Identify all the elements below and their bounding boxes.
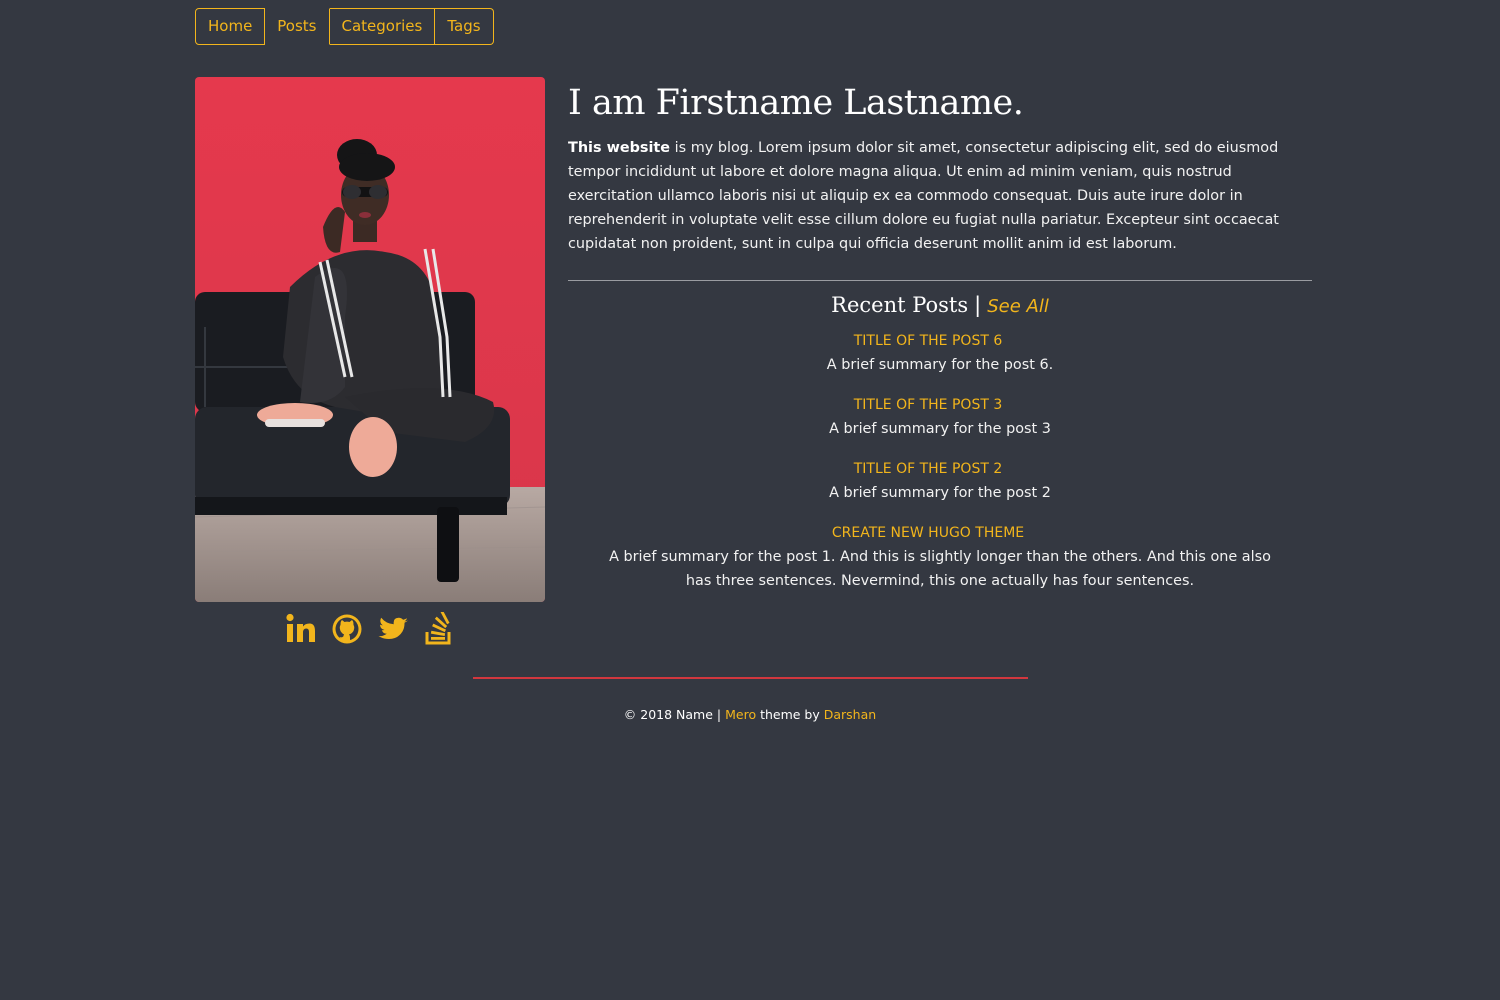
page-title: I am Firstname Lastname. <box>568 83 1024 123</box>
profile-photo <box>195 77 545 602</box>
list-item: Create New Hugo Theme A brief summary fo… <box>568 521 1312 593</box>
recent-posts-list: Title of the post 6 A brief summary for … <box>568 329 1312 593</box>
post-title-link[interactable]: Title of the post 6 <box>544 329 1312 353</box>
intro-paragraph: This website is my blog. Lorem ipsum dol… <box>568 136 1312 256</box>
nav-item-categories[interactable]: Categories <box>329 8 436 45</box>
nav-item-home[interactable]: Home <box>195 8 266 45</box>
list-item: Title of the post 6 A brief summary for … <box>568 329 1312 377</box>
footer-divider <box>473 677 1028 679</box>
see-all-link[interactable]: See All <box>987 296 1049 317</box>
list-item: Title of the post 2 A brief summary for … <box>568 457 1312 505</box>
main-nav: Home Posts Categories Tags <box>195 8 494 45</box>
footer-theme-by: theme by <box>756 707 824 722</box>
recent-posts-header: Recent Posts | See All <box>568 291 1312 321</box>
recent-posts-title: Recent Posts <box>831 293 969 317</box>
recent-posts-separator: | <box>974 293 982 317</box>
footer-copyright: © 2018 Name <box>623 707 713 722</box>
author-link[interactable]: Darshan <box>824 707 876 722</box>
post-summary: A brief summary for the post 3 <box>829 421 1051 437</box>
main-content: I am Firstname Lastname. This website is… <box>568 80 1312 609</box>
post-summary: A brief summary for the post 2 <box>829 485 1051 501</box>
linkedin-icon[interactable] <box>285 612 317 646</box>
intro-text: is my blog. Lorem ipsum dolor sit amet, … <box>568 140 1279 252</box>
nav-item-tags[interactable]: Tags <box>435 8 494 45</box>
section-divider <box>568 280 1312 281</box>
post-summary: A brief summary for the post 6. <box>826 357 1054 373</box>
theme-link[interactable]: Mero <box>725 707 756 722</box>
post-title-link[interactable]: Create New Hugo Theme <box>544 521 1312 545</box>
intro-bold: This website <box>568 140 671 156</box>
post-title-link[interactable]: Title of the post 3 <box>544 393 1312 417</box>
social-links <box>195 610 545 646</box>
post-title-link[interactable]: Title of the post 2 <box>544 457 1312 481</box>
footer-separator: | <box>716 707 722 722</box>
nav-item-posts[interactable]: Posts <box>265 8 330 45</box>
twitter-icon[interactable] <box>377 612 409 646</box>
github-icon[interactable] <box>331 612 363 646</box>
stackoverflow-icon[interactable] <box>423 610 455 646</box>
footer: © 2018 Name | Mero theme by Darshan <box>0 705 1500 725</box>
list-item: Title of the post 3 A brief summary for … <box>568 393 1312 441</box>
post-summary: A brief summary for the post 1. And this… <box>609 549 1271 589</box>
